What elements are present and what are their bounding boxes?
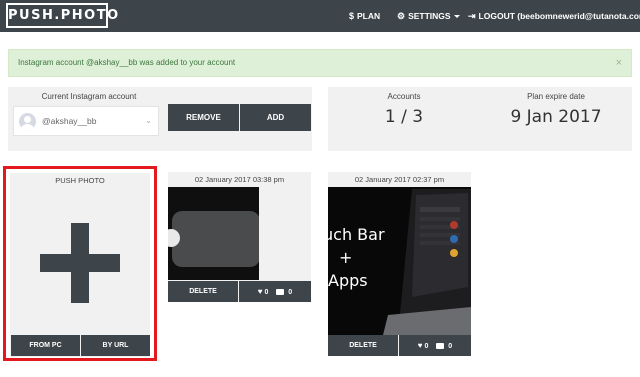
delete-button[interactable]: DELETE [168,281,238,302]
expire-label: Plan expire date [527,92,585,101]
heart-icon: ♥ [257,287,263,296]
chevron-down-icon: ⌄ [145,116,152,125]
top-navbar: PUSH.PHOTO $ PLAN ⚙ SETTINGS ⇥ LOGOUT (beeb… [0,0,640,32]
nav-settings[interactable]: ⚙ SETTINGS [397,9,460,23]
post-stats: ♥ 0 0 [239,281,311,302]
dollar-icon: $ [349,11,355,21]
close-icon[interactable]: × [616,50,622,76]
expire-stat: Plan expire date 9 Jan 2017 [480,87,632,127]
nav-settings-label: SETTINGS [408,11,451,21]
push-photo-inner: PUSH PHOTO FROM PC BY URL [10,173,150,357]
likes-count: 0 [424,343,429,350]
comments-count: 0 [288,289,293,296]
remove-button[interactable]: REMOVE [168,104,239,131]
chevron-down-icon [453,15,460,19]
account-select[interactable]: @akshay__bb ⌄ [13,106,159,136]
expire-value: 9 Jan 2017 [510,107,602,127]
nav-plan-label: PLAN [357,11,381,21]
alert-message: Instagram account @akshay__bb was added … [18,58,236,67]
post-card: 02 January 2017 03:38 pm DELETE ♥ 0 0 [168,172,311,302]
comment-icon [436,343,445,350]
delete-button[interactable]: DELETE [328,335,398,356]
nav-plan[interactable]: $ PLAN [349,9,380,23]
accounts-label: Accounts [387,92,421,101]
logo[interactable]: PUSH.PHOTO [6,3,118,28]
thumbnail-caption: uch Bar + Apps [328,225,385,290]
heart-icon: ♥ [417,341,423,350]
stats-panel: Accounts 1 / 3 Plan expire date 9 Jan 20… [328,87,632,151]
accounts-stat: Accounts 1 / 3 [328,87,480,127]
push-photo-title: PUSH PHOTO [55,176,105,185]
post-thumbnail[interactable] [168,187,259,280]
account-label: Current Instagram account [41,92,137,101]
post-thumbnail[interactable]: uch Bar + Apps [328,187,471,335]
gear-icon: ⚙ [397,11,406,21]
post-date: 02 January 2017 03:38 pm [194,175,285,184]
post-stats: ♥ 0 0 [399,335,471,356]
nav-logout-label: LOGOUT (beebomnewerid@tutanota.com) [478,11,640,21]
logout-icon: ⇥ [468,11,476,21]
by-url-button[interactable]: BY URL [81,335,150,356]
comments-count: 0 [448,343,453,350]
nav-logout[interactable]: ⇥ LOGOUT (beebomnewerid@tutanota.com) [468,9,640,23]
push-photo-card: PUSH PHOTO FROM PC BY URL [3,166,157,361]
post-date: 02 January 2017 02:37 pm [354,175,445,184]
success-alert: Instagram account @akshay__bb was added … [8,49,632,77]
accounts-value: 1 / 3 [384,107,424,127]
likes-count: 0 [264,289,269,296]
account-name: @akshay__bb [42,116,97,126]
from-pc-button[interactable]: FROM PC [11,335,80,356]
post-card: 02 January 2017 02:37 pm uch Bar + Apps … [328,172,471,356]
add-button[interactable]: ADD [240,104,311,131]
avatar [19,113,36,130]
comment-icon [276,289,285,296]
account-panel: Current Instagram account @akshay__bb ⌄ … [8,87,312,151]
